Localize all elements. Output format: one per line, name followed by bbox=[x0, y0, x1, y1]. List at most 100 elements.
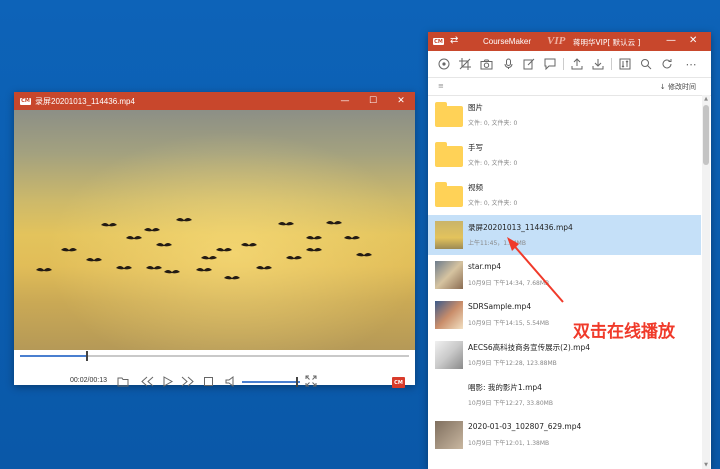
player-title: 录屏20201013_114436.mp4 bbox=[35, 96, 135, 106]
bird-silhouette bbox=[176, 218, 192, 222]
fast-forward-icon[interactable] bbox=[180, 374, 194, 388]
folder-icon[interactable] bbox=[116, 374, 130, 388]
sort-bar: ≡ ↓ 修改时间 bbox=[428, 77, 711, 96]
bird-silhouette bbox=[356, 253, 372, 257]
close-icon[interactable]: ✕ bbox=[387, 92, 415, 110]
cm-badge-icon[interactable]: CM bbox=[392, 377, 405, 388]
playback-time: 00:02/00:13 bbox=[70, 377, 107, 384]
bird-silhouette bbox=[201, 256, 217, 260]
folder-icon bbox=[435, 142, 463, 167]
bird-silhouette bbox=[306, 236, 322, 240]
folder-icon bbox=[435, 102, 463, 127]
item-meta: 10月9日 下午14:34, 7.68MB bbox=[468, 280, 550, 287]
player-controls: 00:02/00:13 CM bbox=[14, 364, 415, 400]
video-player-window: CM 录屏20201013_114436.mp4 — ☐ ✕ 00:02/00:… bbox=[14, 92, 415, 388]
sort-by-modified-time[interactable]: ↓ 修改时间 bbox=[660, 82, 696, 92]
record-icon[interactable] bbox=[437, 57, 451, 71]
video-item[interactable]: star.mp4 10月9日 下午14:34, 7.68MB bbox=[428, 255, 701, 295]
video-thumbnail bbox=[435, 381, 463, 409]
item-meta: 10月9日 下午12:27, 33.80MB bbox=[468, 400, 553, 407]
seek-handle[interactable] bbox=[86, 351, 89, 361]
crop-icon[interactable] bbox=[458, 57, 472, 71]
cm-logo-icon: CM bbox=[433, 38, 444, 45]
chat-edit-icon[interactable] bbox=[543, 57, 557, 71]
sort-icon[interactable] bbox=[618, 57, 632, 71]
more-icon[interactable]: ⋯ bbox=[684, 57, 698, 71]
minimize-icon[interactable]: — bbox=[666, 35, 676, 46]
minimize-icon[interactable]: — bbox=[331, 92, 359, 110]
bird-silhouette bbox=[278, 222, 294, 226]
bird-silhouette bbox=[241, 243, 257, 247]
stop-icon[interactable] bbox=[201, 374, 215, 388]
item-name: 手写 bbox=[468, 143, 483, 152]
folder-item[interactable]: 图片 文件: 0, 文件夹: 0 bbox=[428, 95, 701, 135]
annotation-label: 双击在线播放 bbox=[573, 322, 675, 342]
video-frame[interactable]: 00:02/00:13 CM bbox=[14, 110, 415, 438]
bird-silhouette bbox=[164, 270, 180, 274]
item-name: star.mp4 bbox=[468, 262, 502, 271]
video-item[interactable]: 唱影: 我的影片1.mp4 10月9日 下午12:27, 33.80MB bbox=[428, 375, 701, 415]
swap-icon[interactable]: ⇄ bbox=[450, 35, 458, 46]
item-meta: 上午11:45，1.34MB bbox=[468, 240, 526, 247]
coursemaker-window: CM ⇄ CourseMaker VIP 蒋明华VIP[ 默认云 ] — ✕ ⋯… bbox=[428, 32, 711, 469]
bird-silhouette bbox=[256, 266, 272, 270]
video-thumbnail bbox=[435, 341, 463, 369]
fullscreen-icon[interactable] bbox=[304, 374, 318, 388]
item-meta: 10月9日 下午12:01, 1.38MB bbox=[468, 440, 550, 447]
bird-silhouette bbox=[326, 221, 342, 225]
volume-slider[interactable] bbox=[242, 377, 300, 387]
item-name: 视频 bbox=[468, 183, 483, 192]
scroll-down-icon[interactable]: ▼ bbox=[702, 462, 710, 468]
video-thumbnail bbox=[435, 301, 463, 329]
video-thumbnail bbox=[435, 221, 463, 249]
player-titlebar[interactable]: CM 录屏20201013_114436.mp4 — ☐ ✕ bbox=[14, 92, 415, 110]
video-thumbnail bbox=[435, 421, 463, 449]
bird-silhouette bbox=[146, 266, 162, 270]
user-account[interactable]: 蒋明华VIP[ 默认云 ] bbox=[573, 37, 641, 48]
vip-badge: VIP bbox=[547, 35, 566, 47]
upload-icon[interactable] bbox=[570, 57, 584, 71]
bird-silhouette bbox=[126, 236, 142, 240]
bird-silhouette bbox=[101, 223, 117, 227]
folder-item[interactable]: 手写文件: 0, 文件夹: 0 bbox=[428, 135, 701, 175]
bird-silhouette bbox=[86, 258, 102, 262]
bird-silhouette bbox=[306, 248, 322, 252]
bird-silhouette bbox=[36, 268, 52, 272]
item-meta: 文件: 0, 文件夹: 0 bbox=[468, 160, 518, 167]
folder-item[interactable]: 视频文件: 0, 文件夹: 0 bbox=[428, 175, 701, 215]
bird-silhouette bbox=[216, 248, 232, 252]
scroll-thumb[interactable] bbox=[703, 105, 709, 165]
refresh-icon[interactable] bbox=[660, 57, 674, 71]
bird-silhouette bbox=[61, 248, 77, 252]
video-item[interactable]: 2020-01-03_102807_629.mp4 10月9日 下午12:01, … bbox=[428, 415, 701, 455]
search-icon[interactable] bbox=[639, 57, 653, 71]
edit-icon[interactable] bbox=[522, 57, 536, 71]
download-icon[interactable] bbox=[591, 57, 605, 71]
bird-silhouette bbox=[144, 228, 160, 232]
rewind-icon[interactable] bbox=[140, 374, 154, 388]
video-item[interactable]: 录屏20201013_114436.mp4 上午11:45，1.34MB bbox=[428, 215, 701, 255]
bird-silhouette bbox=[344, 236, 360, 240]
scrollbar[interactable]: ▲ ▼ bbox=[702, 95, 710, 469]
coursemaker-titlebar[interactable]: CM ⇄ CourseMaker VIP 蒋明华VIP[ 默认云 ] — ✕ bbox=[428, 32, 711, 51]
play-icon[interactable] bbox=[160, 374, 174, 388]
camera-icon[interactable] bbox=[479, 57, 493, 71]
bird-silhouette bbox=[196, 268, 212, 272]
toolbar-divider bbox=[611, 58, 612, 70]
volume-handle[interactable] bbox=[296, 377, 299, 387]
maximize-icon[interactable]: ☐ bbox=[359, 92, 387, 110]
bird-silhouette bbox=[286, 256, 302, 260]
item-meta: 文件: 0, 文件夹: 0 bbox=[468, 200, 518, 207]
list-view-icon[interactable]: ≡ bbox=[438, 82, 444, 90]
microphone-icon[interactable] bbox=[501, 57, 515, 71]
birds-image bbox=[36, 218, 372, 280]
close-icon[interactable]: ✕ bbox=[689, 35, 697, 46]
item-name: 2020-01-03_102807_629.mp4 bbox=[468, 422, 582, 431]
seek-progress bbox=[20, 355, 87, 357]
toolbar-divider bbox=[563, 58, 564, 70]
volume-icon[interactable] bbox=[224, 374, 238, 388]
app-title: CourseMaker bbox=[483, 37, 532, 46]
scroll-up-icon[interactable]: ▲ bbox=[702, 96, 710, 102]
seek-bar[interactable] bbox=[14, 350, 415, 362]
folder-icon bbox=[435, 182, 463, 207]
